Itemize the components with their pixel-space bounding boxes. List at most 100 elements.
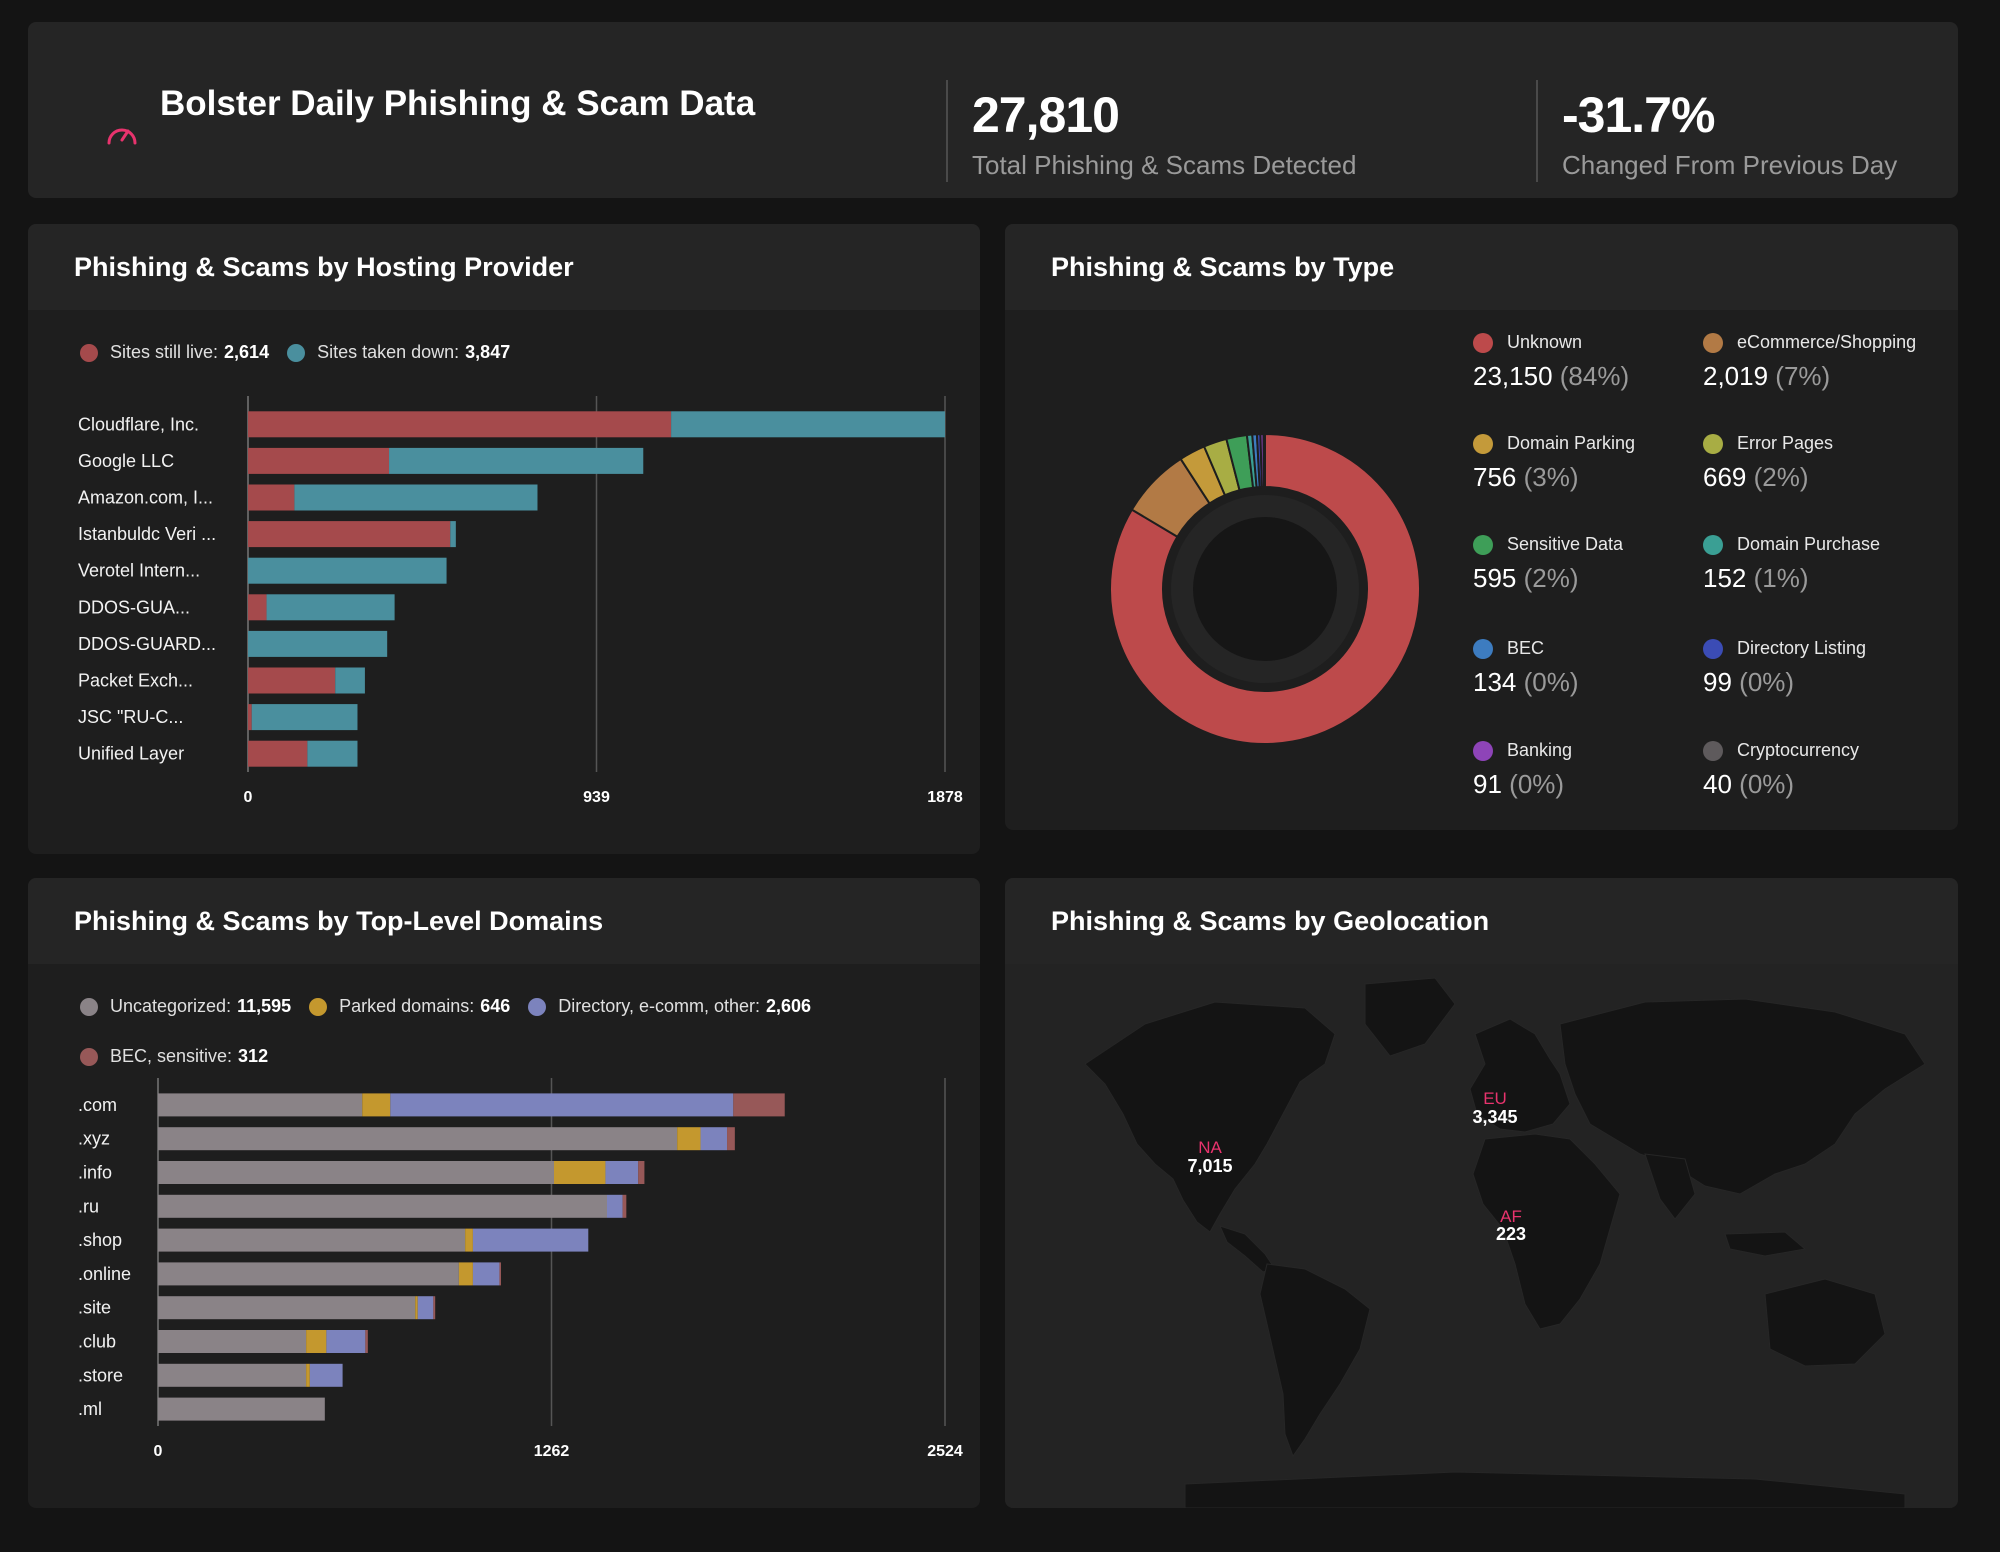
type-legend-name: Directory Listing	[1703, 638, 1866, 659]
type-legend-name: Unknown	[1473, 332, 1629, 353]
type-legend-item[interactable]: Sensitive Data 595 (2%)	[1473, 534, 1623, 594]
type-donut-chart	[1109, 432, 1421, 745]
bar-segment[interactable]	[158, 1127, 678, 1151]
bar-segment[interactable]	[605, 1161, 639, 1184]
type-legend-percent: (84%)	[1559, 361, 1630, 391]
type-legend-item[interactable]: Unknown 23,150 (84%)	[1473, 332, 1629, 392]
bar-segment[interactable]	[553, 1161, 606, 1184]
bar-segment[interactable]	[158, 1228, 466, 1252]
type-legend-item[interactable]: BEC 134 (0%)	[1473, 638, 1579, 698]
bar-segment[interactable]	[294, 484, 538, 511]
bar-segment[interactable]	[248, 667, 336, 694]
bar-segment[interactable]	[248, 484, 295, 511]
type-legend-item[interactable]: Banking 91 (0%)	[1473, 740, 1572, 800]
type-name-text: eCommerce/Shopping	[1737, 332, 1917, 352]
bar-segment[interactable]	[700, 1127, 728, 1151]
category-label: .ml	[78, 1399, 102, 1419]
bar-segment[interactable]	[472, 1262, 500, 1286]
bar-segment[interactable]	[158, 1330, 307, 1353]
bar-segment[interactable]	[158, 1161, 554, 1184]
bar-segment[interactable]	[390, 1093, 734, 1117]
bar-segment[interactable]	[458, 1262, 473, 1286]
bar-segment[interactable]	[248, 740, 308, 767]
category-label: Unified Layer	[78, 744, 184, 764]
world-map[interactable]: NA 7,015 EU 3,345 AF 223	[1005, 964, 1958, 1508]
type-legend-item[interactable]: Domain Purchase 152 (1%)	[1703, 534, 1880, 594]
bar-segment[interactable]	[638, 1161, 645, 1184]
type-legend-value: 152 (1%)	[1703, 563, 1809, 593]
bar-segment[interactable]	[671, 411, 945, 438]
bar-segment[interactable]	[158, 1363, 307, 1387]
bar-segment[interactable]	[248, 411, 672, 438]
type-legend-item[interactable]: Cryptocurrency 40 (0%)	[1703, 740, 1859, 800]
bar-segment[interactable]	[309, 1363, 343, 1387]
bar-segment[interactable]	[727, 1127, 735, 1151]
bar-segment[interactable]	[472, 1228, 589, 1252]
x-tick-label: 1878	[927, 789, 963, 806]
bar-segment[interactable]	[362, 1093, 391, 1117]
bar-segment[interactable]	[307, 740, 358, 767]
category-label: .site	[78, 1298, 111, 1318]
bar-segment[interactable]	[266, 594, 395, 621]
region-code-na: NA	[1198, 1138, 1222, 1157]
change-label: Changed From Previous Day	[1562, 150, 1898, 180]
category-label: .shop	[78, 1230, 122, 1250]
type-legend-item[interactable]: Directory Listing 99 (0%)	[1703, 638, 1866, 698]
type-legend-name: Banking	[1473, 740, 1572, 761]
bar-segment[interactable]	[248, 630, 388, 657]
bar-segment[interactable]	[158, 1194, 608, 1218]
bar-segment[interactable]	[450, 521, 456, 548]
type-name-text: Unknown	[1507, 332, 1583, 352]
bar-segment[interactable]	[248, 594, 267, 621]
bar-segment[interactable]	[433, 1296, 436, 1320]
bar-segment[interactable]	[306, 1363, 310, 1387]
bar-segment[interactable]	[389, 447, 644, 474]
bar-segment[interactable]	[248, 447, 390, 474]
donut-slice[interactable]	[1262, 432, 1266, 489]
bar-segment[interactable]	[677, 1127, 701, 1151]
bar-segment[interactable]	[158, 1397, 325, 1421]
bar-segment[interactable]	[733, 1093, 785, 1117]
legend-dot	[1703, 740, 1723, 761]
legend-dot	[1473, 332, 1493, 353]
region-value-eu[interactable]: 3,345	[1472, 1107, 1517, 1127]
bar-segment[interactable]	[158, 1093, 363, 1117]
type-name-text: BEC	[1507, 638, 1545, 658]
bar-segment[interactable]	[251, 704, 358, 731]
type-legend-item[interactable]: Domain Parking 756 (3%)	[1473, 433, 1635, 493]
bar-segment[interactable]	[158, 1296, 416, 1320]
dashboard-title: Bolster Daily Phishing & Scam Data	[160, 84, 756, 123]
type-legend-name: BEC	[1473, 638, 1579, 659]
type-name-text: Banking	[1507, 740, 1573, 760]
type-name-text: Sensitive Data	[1507, 534, 1624, 554]
bar-segment[interactable]	[607, 1194, 623, 1218]
bar-segment[interactable]	[365, 1330, 368, 1353]
category-label: .club	[78, 1332, 116, 1352]
bar-segment[interactable]	[499, 1262, 501, 1286]
region-value-af[interactable]: 223	[1496, 1224, 1526, 1244]
bar-segment[interactable]	[415, 1296, 418, 1320]
bar-segment[interactable]	[335, 667, 365, 694]
bar-segment[interactable]	[248, 557, 447, 584]
change-kpi: -31.7% Changed From Previous Day	[1536, 80, 1897, 182]
type-legend-value: 134 (0%)	[1473, 667, 1579, 697]
tld-card: Phishing & Scams by Top-Level Domains Un…	[28, 878, 980, 1508]
bar-segment[interactable]	[158, 1262, 459, 1286]
type-legend-item[interactable]: eCommerce/Shopping 2,019 (7%)	[1703, 332, 1916, 392]
bar-segment[interactable]	[417, 1296, 434, 1320]
region-value-na[interactable]: 7,015	[1187, 1156, 1232, 1176]
category-label: .online	[78, 1264, 131, 1284]
bar-segment[interactable]	[248, 704, 252, 731]
bar-segment[interactable]	[248, 521, 451, 548]
bar-segment[interactable]	[622, 1194, 627, 1218]
type-legend-value: 595 (2%)	[1473, 563, 1579, 593]
type-legend-name: Domain Purchase	[1703, 534, 1880, 555]
bar-segment[interactable]	[326, 1330, 366, 1353]
category-label: DDOS-GUARD...	[78, 634, 216, 654]
bar-segment[interactable]	[306, 1330, 327, 1353]
type-legend-value: 99 (0%)	[1703, 667, 1795, 697]
type-legend-item[interactable]: Error Pages 669 (2%)	[1703, 433, 1833, 493]
geolocation-title: Phishing & Scams by Geolocation	[1005, 878, 1958, 964]
bar-segment[interactable]	[465, 1228, 473, 1252]
category-label: Istanbuldc Veri ...	[78, 524, 216, 544]
